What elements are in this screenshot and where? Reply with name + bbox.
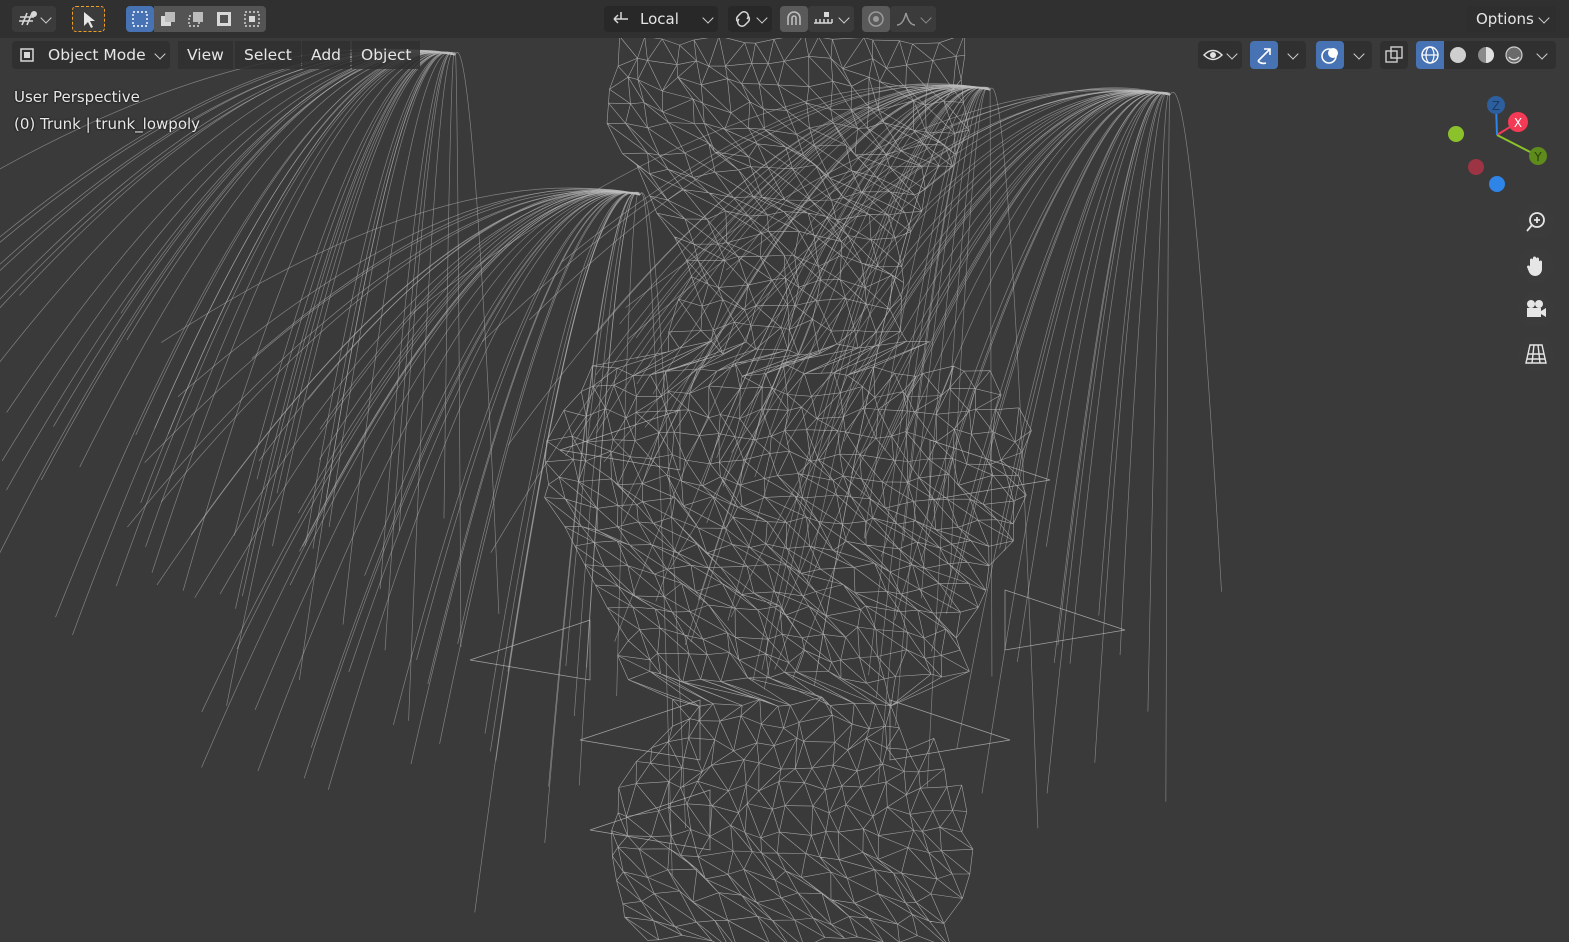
gizmo-y-label: Y <box>1533 150 1542 164</box>
gizmo-toggle[interactable] <box>1250 41 1306 69</box>
shading-rendered-button[interactable] <box>1500 41 1528 69</box>
proportional-falloff-dropdown[interactable] <box>890 6 936 32</box>
chevron-down-icon <box>920 12 932 24</box>
chevron-down-icon <box>40 12 52 24</box>
gizmo-arrow-icon <box>1257 48 1271 65</box>
top-header: Local Options <box>0 0 1569 38</box>
material-sphere-icon <box>1478 47 1494 63</box>
navigation-gizmo[interactable]: Z X Y <box>1440 90 1560 200</box>
pivot-point-dropdown[interactable] <box>728 6 772 32</box>
menu-add[interactable]: Add <box>302 41 351 69</box>
chevron-down-icon <box>702 12 714 24</box>
menu-view[interactable]: View <box>178 41 233 69</box>
grid-ortho-icon <box>1525 344 1547 364</box>
select-invert-button[interactable] <box>210 6 238 32</box>
select-intersect-icon <box>244 11 260 27</box>
hand-pan-icon <box>1527 256 1542 276</box>
transform-orientation-dropdown[interactable]: Local <box>604 6 718 32</box>
gizmo-z-label: Z <box>1492 99 1500 113</box>
view-name: User Perspective <box>14 88 140 106</box>
proportional-edit-toggle[interactable] <box>862 6 890 32</box>
proportional-edit-icon <box>868 11 884 27</box>
overlays-toggle[interactable] <box>1316 41 1372 69</box>
gizmo-x-label: X <box>1514 116 1522 130</box>
snap-increment-icon <box>814 12 833 24</box>
select-extend-button[interactable] <box>154 6 182 32</box>
wireframe-sphere-icon <box>1421 46 1439 64</box>
editor-type-icon <box>19 11 37 26</box>
pan-button[interactable] <box>1518 248 1554 284</box>
falloff-curve-icon <box>896 12 916 26</box>
shading-wireframe-button[interactable] <box>1416 41 1444 69</box>
shading-solid-button[interactable] <box>1444 41 1472 69</box>
wireframe-mesh <box>0 33 1222 942</box>
select-box-new-button[interactable] <box>126 6 154 32</box>
gizmo-neg-z-circle[interactable] <box>1489 176 1505 192</box>
chevron-down-icon <box>154 48 166 60</box>
xray-icon <box>1385 46 1403 63</box>
menu-select[interactable]: Select <box>235 41 301 69</box>
object-mode-icon <box>20 48 34 62</box>
ortho-toggle-button[interactable] <box>1518 336 1554 372</box>
menu-object[interactable]: Object <box>352 41 421 69</box>
chevron-down-icon <box>1536 48 1548 60</box>
chevron-down-icon <box>1353 48 1365 60</box>
shading-material-button[interactable] <box>1472 41 1500 69</box>
select-invert-icon <box>217 12 231 26</box>
mode-label: Object Mode <box>48 46 146 64</box>
select-subtract-button[interactable] <box>182 6 210 32</box>
eye-icon <box>1202 49 1224 61</box>
3d-viewport[interactable] <box>0 0 1569 942</box>
overlays-icon <box>1321 48 1338 64</box>
editor-type-button[interactable] <box>12 6 56 32</box>
chevron-down-icon <box>1226 48 1238 60</box>
chevron-down-icon <box>756 12 768 24</box>
camera-icon <box>1527 300 1546 317</box>
object-info: (0) Trunk | trunk_lowpoly <box>14 115 201 133</box>
camera-view-button[interactable] <box>1518 292 1554 328</box>
cursor-arrow-icon <box>84 12 95 28</box>
pivot-link-icon <box>735 11 751 27</box>
shading-group <box>1416 41 1556 69</box>
gizmo-neg-x-circle[interactable] <box>1468 159 1484 175</box>
visibility-dropdown[interactable] <box>1198 41 1242 69</box>
chevron-down-icon <box>1287 48 1299 60</box>
select-intersect-button[interactable] <box>238 6 266 32</box>
gizmo-neg-y-circle[interactable] <box>1448 126 1464 142</box>
tool-select-button[interactable] <box>72 6 105 32</box>
options-dropdown[interactable]: Options <box>1466 6 1556 32</box>
mode-dropdown[interactable]: Object Mode <box>12 41 170 69</box>
select-extend-icon <box>161 12 175 26</box>
snap-toggle[interactable] <box>780 6 808 32</box>
select-box-icon <box>132 11 148 27</box>
options-label: Options <box>1476 10 1534 28</box>
orientation-local-icon <box>613 12 628 24</box>
magnet-icon <box>787 11 801 25</box>
snap-target-dropdown[interactable] <box>808 6 854 32</box>
chevron-down-icon <box>1538 12 1550 24</box>
zoom-icon <box>1526 212 1545 232</box>
zoom-button[interactable] <box>1518 204 1554 240</box>
rendered-sphere-icon <box>1505 46 1523 64</box>
select-subtract-icon <box>188 12 203 27</box>
chevron-down-icon <box>838 12 850 24</box>
xray-toggle[interactable] <box>1380 41 1408 69</box>
solid-sphere-icon <box>1450 47 1466 63</box>
orientation-label: Local <box>640 10 679 28</box>
